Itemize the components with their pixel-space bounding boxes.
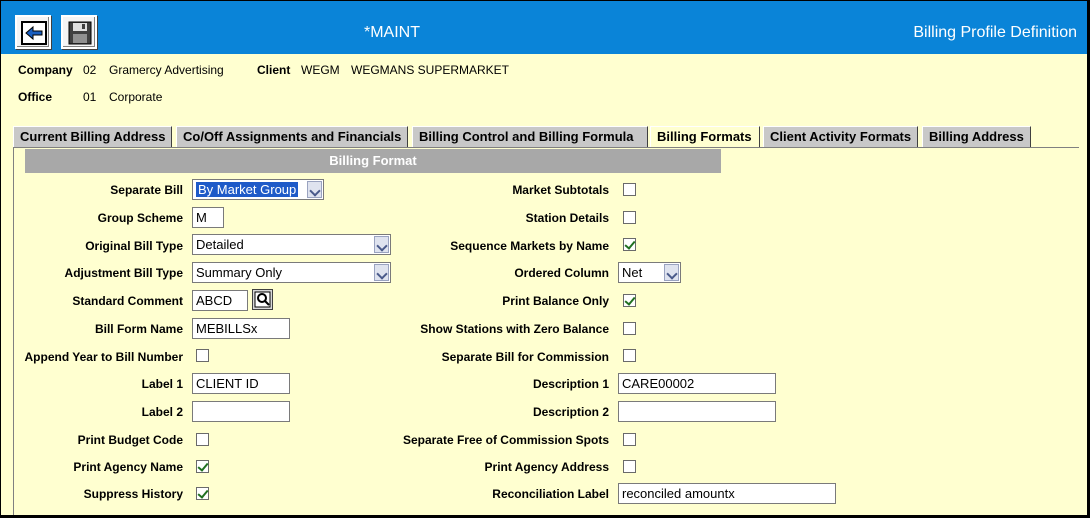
description1-input[interactable]: CARE00002 <box>618 373 776 394</box>
market-subtotals-checkbox[interactable] <box>623 183 636 196</box>
company-name: Gramercy Advertising <box>109 63 224 77</box>
client-name: WEGMANS SUPERMARKET <box>351 63 510 77</box>
reconciliation-label-label: Reconciliation Label <box>492 487 609 501</box>
tab-billing-address[interactable]: Billing Address <box>922 126 1031 147</box>
station-details-checkbox[interactable] <box>623 211 636 224</box>
tab-co-off-assignments[interactable]: Co/Off Assignments and Financials <box>176 126 408 147</box>
show-stations-zero-label: Show Stations with Zero Balance <box>420 322 609 336</box>
section-title: Billing Format <box>25 149 721 173</box>
client-label: Client <box>257 63 291 77</box>
back-button[interactable] <box>15 15 51 49</box>
separate-bill-commission-label: Separate Bill for Commission <box>441 350 609 364</box>
office-code: 01 <box>83 90 97 104</box>
description2-label: Description 2 <box>532 405 609 419</box>
separate-free-commission-checkbox[interactable] <box>623 433 636 446</box>
screen-title: Billing Profile Definition <box>913 24 1077 41</box>
client-code: WEGM <box>301 63 340 77</box>
save-disk-icon <box>68 21 92 45</box>
ordered-column-label: Ordered Column <box>514 266 609 280</box>
reconciliation-label-input[interactable]: reconciled amountx <box>618 483 836 504</box>
company-label: Company <box>18 63 73 77</box>
save-button[interactable] <box>61 15 97 49</box>
sequence-markets-label: Sequence Markets by Name <box>450 239 609 253</box>
separate-bill-commission-checkbox[interactable] <box>623 349 636 362</box>
back-arrow-icon <box>21 21 47 45</box>
office-label: Office <box>18 90 53 104</box>
window-title: *MAINT <box>364 24 420 41</box>
tab-billing-formats[interactable]: Billing Formats <box>650 126 760 148</box>
office-name: Corporate <box>109 90 163 104</box>
ordered-column-select[interactable]: Net <box>618 262 681 283</box>
station-details-label: Station Details <box>525 211 609 225</box>
market-subtotals-label: Market Subtotals <box>512 183 609 197</box>
sequence-markets-checkbox[interactable] <box>623 238 636 251</box>
title-bar: *MAINT Billing Profile Definition <box>1 1 1087 54</box>
tab-client-activity-formats[interactable]: Client Activity Formats <box>763 126 918 147</box>
description1-label: Description 1 <box>532 377 609 391</box>
description2-input[interactable] <box>618 401 776 422</box>
tab-billing-control[interactable]: Billing Control and Billing Formula <box>412 126 648 147</box>
ordered-column-value: Net <box>622 265 643 280</box>
tab-current-billing-address[interactable]: Current Billing Address <box>13 126 172 147</box>
chevron-down-icon[interactable] <box>664 264 679 281</box>
print-agency-address-label: Print Agency Address <box>484 460 609 474</box>
show-stations-zero-checkbox[interactable] <box>623 322 636 335</box>
print-balance-only-checkbox[interactable] <box>623 294 636 307</box>
company-code: 02 <box>83 63 97 77</box>
print-balance-only-label: Print Balance Only <box>502 294 609 308</box>
app-window: *MAINT Billing Profile Definition Compan… <box>0 0 1088 516</box>
print-agency-address-checkbox[interactable] <box>623 460 636 473</box>
separate-free-commission-label: Separate Free of Commission Spots <box>402 433 609 447</box>
